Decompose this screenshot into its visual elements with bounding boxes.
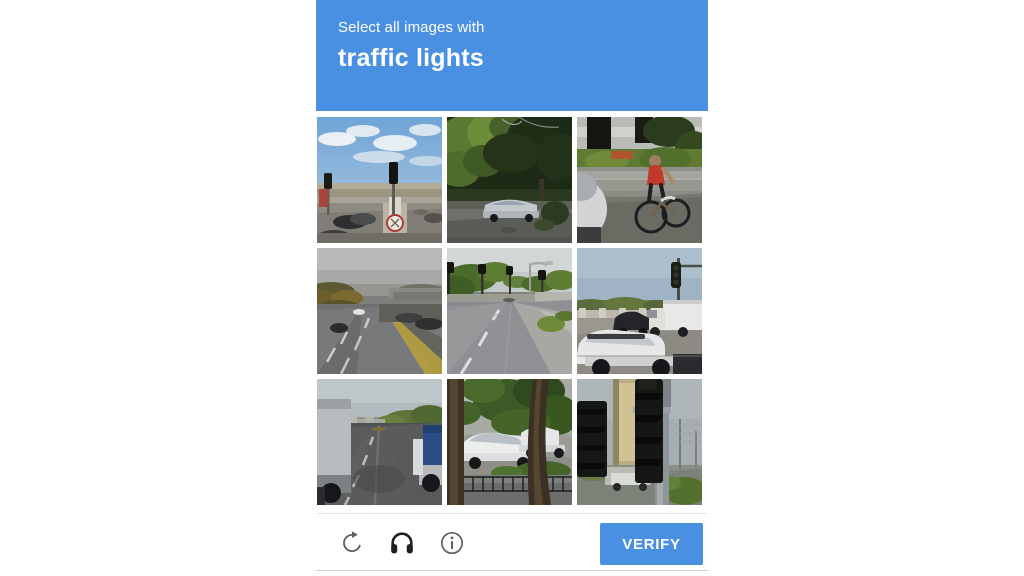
captcha-footer: VERIFY	[316, 514, 708, 570]
tile-image-1	[317, 117, 442, 243]
footer-icon-group	[337, 528, 466, 557]
captcha-tile-2[interactable]	[447, 117, 572, 243]
captcha-target-label: traffic lights	[338, 44, 484, 72]
captcha-tile-4[interactable]	[317, 248, 442, 374]
tile-image-7	[317, 379, 442, 505]
captcha-tile-6[interactable]	[577, 248, 702, 374]
reload-icon-glyph	[342, 530, 361, 552]
captcha-tile-9[interactable]	[577, 379, 702, 505]
captcha-tile-3[interactable]	[577, 117, 702, 243]
captcha-tile-5[interactable]	[447, 248, 572, 374]
tile-image-2	[447, 117, 572, 243]
headphones-icon-glyph	[390, 531, 413, 553]
captcha-image-grid	[317, 117, 707, 505]
info-icon[interactable]	[437, 528, 466, 557]
tile-image-8	[447, 379, 572, 505]
tile-image-9	[577, 379, 702, 505]
audio-icon[interactable]	[387, 528, 416, 557]
captcha-tile-7[interactable]	[317, 379, 442, 505]
captcha-prompt: Select all images with	[338, 19, 485, 36]
tile-image-3	[577, 117, 702, 243]
reload-icon[interactable]	[337, 528, 366, 557]
info-icon-glyph	[440, 531, 463, 554]
captcha-header: Select all images with traffic lights	[316, 0, 708, 111]
captcha-dialog: Select all images with traffic lights VE…	[316, 0, 708, 571]
screenshot-root: Select all images with traffic lights VE…	[0, 0, 1024, 576]
captcha-tile-8[interactable]	[447, 379, 572, 505]
tile-image-6	[577, 248, 702, 374]
captcha-tile-1[interactable]	[317, 117, 442, 243]
verify-button[interactable]: VERIFY	[600, 523, 703, 565]
tile-image-4	[317, 248, 442, 374]
tile-image-5	[447, 248, 572, 374]
